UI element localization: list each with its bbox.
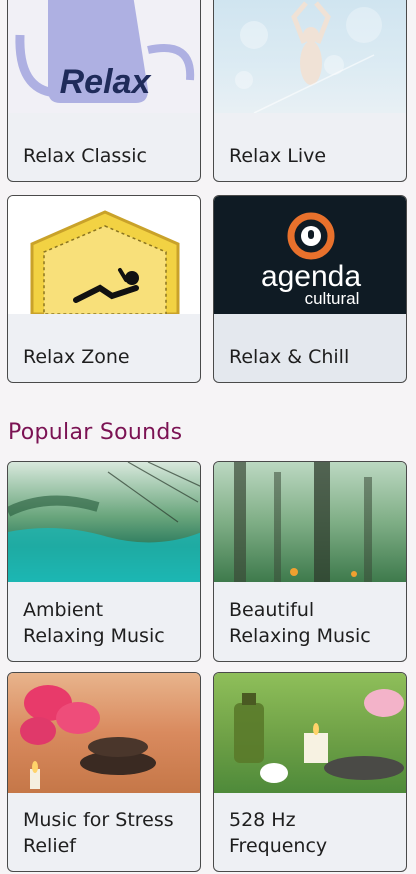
station-label: Relax Classic — [23, 145, 147, 167]
sound-label: Music for Stress Relief — [23, 809, 174, 857]
relax-chill-thumbnail: agenda cultural — [214, 196, 406, 314]
sound-card-ambient[interactable]: Ambient Relaxing Music — [7, 461, 201, 662]
beautiful-thumbnail — [214, 462, 406, 582]
station-card-relax-classic[interactable]: Relax Relax Classic — [7, 0, 201, 182]
sound-card-528hz[interactable]: 528 Hz Frequency — [213, 672, 407, 872]
station-card-relax-zone[interactable]: Relax Zone — [7, 195, 201, 383]
popular-sounds-title: Popular Sounds — [8, 420, 183, 445]
station-card-relax-chill[interactable]: agenda cultural Relax & Chill — [213, 195, 407, 383]
station-label: Relax Zone — [23, 346, 130, 368]
sound-card-beautiful[interactable]: Beautiful Relaxing Music — [213, 461, 407, 662]
sound-card-stress-relief[interactable]: Music for Stress Relief — [7, 672, 201, 872]
relax-live-thumbnail — [214, 0, 406, 113]
station-label: Relax Live — [229, 145, 327, 167]
relax-classic-logo-text: Relax — [60, 63, 153, 101]
station-label: Relax & Chill — [229, 346, 350, 368]
sound-label: Beautiful Relaxing Music — [229, 599, 371, 647]
528hz-thumbnail — [214, 673, 406, 793]
relax-zone-thumbnail — [8, 196, 200, 314]
station-card-relax-live[interactable]: Relax Live — [213, 0, 407, 182]
ambient-thumbnail — [8, 462, 200, 582]
sound-label: Ambient Relaxing Music — [23, 599, 165, 647]
relax-classic-thumbnail: Relax — [8, 0, 200, 113]
agenda-logo-sub: cultural — [305, 289, 360, 308]
sound-label: 528 Hz Frequency — [229, 809, 328, 857]
stress-relief-thumbnail — [8, 673, 200, 793]
